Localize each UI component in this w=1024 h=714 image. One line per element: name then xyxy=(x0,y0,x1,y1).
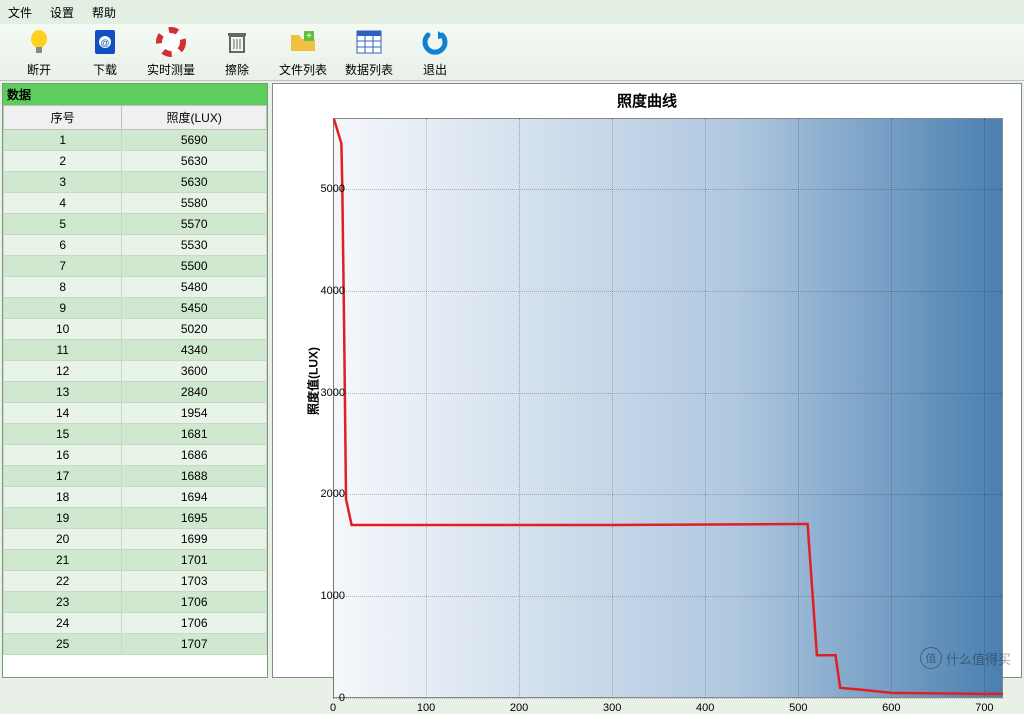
table-row[interactable]: 151681 xyxy=(4,424,267,445)
data-panel-title: 数据 xyxy=(3,84,267,105)
y-tick: 0 xyxy=(339,692,345,704)
col-index[interactable]: 序号 xyxy=(4,106,122,130)
x-tick: 0 xyxy=(330,702,336,714)
table-row[interactable]: 95450 xyxy=(4,298,267,319)
table-row[interactable]: 251707 xyxy=(4,634,267,655)
x-tick: 100 xyxy=(417,702,435,714)
x-tick: 300 xyxy=(603,702,621,714)
svg-text:@: @ xyxy=(100,38,109,48)
y-tick: 2000 xyxy=(321,488,345,500)
x-tick: 600 xyxy=(882,702,900,714)
table-row[interactable]: 221703 xyxy=(4,571,267,592)
folder-icon: + xyxy=(286,25,320,59)
table-row[interactable]: 123600 xyxy=(4,361,267,382)
filelist-button[interactable]: + 文件列表 xyxy=(272,25,334,80)
table-row[interactable]: 141954 xyxy=(4,403,267,424)
y-axis-label: 照度值(LUX) xyxy=(305,347,322,415)
chart-panel: 照度曲线 照度值(LUX) 序号 010002000300040005000 0… xyxy=(272,83,1022,678)
realtime-button[interactable]: 实时测量 xyxy=(140,25,202,80)
erase-label: 擦除 xyxy=(206,61,268,78)
menu-settings[interactable]: 设置 xyxy=(50,4,74,21)
table-row[interactable]: 191695 xyxy=(4,508,267,529)
datalist-button[interactable]: 数据列表 xyxy=(338,25,400,80)
disconnect-label: 断开 xyxy=(8,61,70,78)
y-tick: 5000 xyxy=(321,183,345,195)
y-tick: 1000 xyxy=(321,590,345,602)
table-row[interactable]: 114340 xyxy=(4,340,267,361)
table-row[interactable]: 211701 xyxy=(4,550,267,571)
table-row[interactable]: 105020 xyxy=(4,319,267,340)
erase-button[interactable]: 擦除 xyxy=(206,25,268,80)
chart-line xyxy=(333,118,1003,698)
x-tick: 200 xyxy=(510,702,528,714)
download-icon: @ xyxy=(88,25,122,59)
filelist-label: 文件列表 xyxy=(272,61,334,78)
watermark-text: 什么值得买 xyxy=(946,649,1011,668)
table-row[interactable]: 181694 xyxy=(4,487,267,508)
chart-title: 照度曲线 xyxy=(273,90,1021,111)
table-icon xyxy=(352,25,386,59)
table-row[interactable]: 65530 xyxy=(4,235,267,256)
table-row[interactable]: 15690 xyxy=(4,130,267,151)
exit-label: 退出 xyxy=(404,61,466,78)
y-tick: 4000 xyxy=(321,285,345,297)
download-button[interactable]: @ 下载 xyxy=(74,25,136,80)
disconnect-button[interactable]: 断开 xyxy=(8,25,70,80)
watermark: 值 什么值得买 xyxy=(920,647,1011,669)
table-row[interactable]: 25630 xyxy=(4,151,267,172)
plot-area xyxy=(333,118,1003,698)
table-row[interactable]: 231706 xyxy=(4,592,267,613)
watermark-icon: 值 xyxy=(920,647,942,669)
x-tick: 400 xyxy=(696,702,714,714)
table-row[interactable]: 171688 xyxy=(4,466,267,487)
lifebuoy-icon xyxy=(154,25,188,59)
exit-icon xyxy=(418,25,452,59)
table-row[interactable]: 132840 xyxy=(4,382,267,403)
col-value[interactable]: 照度(LUX) xyxy=(122,106,267,130)
table-row[interactable]: 55570 xyxy=(4,214,267,235)
realtime-label: 实时测量 xyxy=(140,61,202,78)
table-row[interactable]: 161686 xyxy=(4,445,267,466)
x-tick: 700 xyxy=(975,702,993,714)
x-tick: 500 xyxy=(789,702,807,714)
trash-icon xyxy=(220,25,254,59)
table-row[interactable]: 35630 xyxy=(4,172,267,193)
data-table-scroll[interactable]: 序号 照度(LUX) 15690256303563045580555706553… xyxy=(3,105,267,679)
exit-button[interactable]: 退出 xyxy=(404,25,466,80)
table-row[interactable]: 201699 xyxy=(4,529,267,550)
table-row[interactable]: 241706 xyxy=(4,613,267,634)
data-panel: 数据 序号 照度(LUX) 15690256303563045580555706… xyxy=(2,83,268,678)
table-row[interactable]: 75500 xyxy=(4,256,267,277)
menu-bar: 文件 设置 帮助 xyxy=(0,0,1024,24)
datalist-label: 数据列表 xyxy=(338,61,400,78)
menu-file[interactable]: 文件 xyxy=(8,4,32,21)
lightbulb-icon xyxy=(22,25,56,59)
table-row[interactable]: 45580 xyxy=(4,193,267,214)
toolbar: 断开 @ 下载 实时测量 擦除 + 文件列表 数据列表 退出 xyxy=(0,24,1024,81)
table-row[interactable]: 85480 xyxy=(4,277,267,298)
y-tick: 3000 xyxy=(321,387,345,399)
svg-text:+: + xyxy=(306,31,312,42)
data-table: 序号 照度(LUX) 15690256303563045580555706553… xyxy=(3,105,267,655)
download-label: 下载 xyxy=(74,61,136,78)
menu-help[interactable]: 帮助 xyxy=(92,4,116,21)
